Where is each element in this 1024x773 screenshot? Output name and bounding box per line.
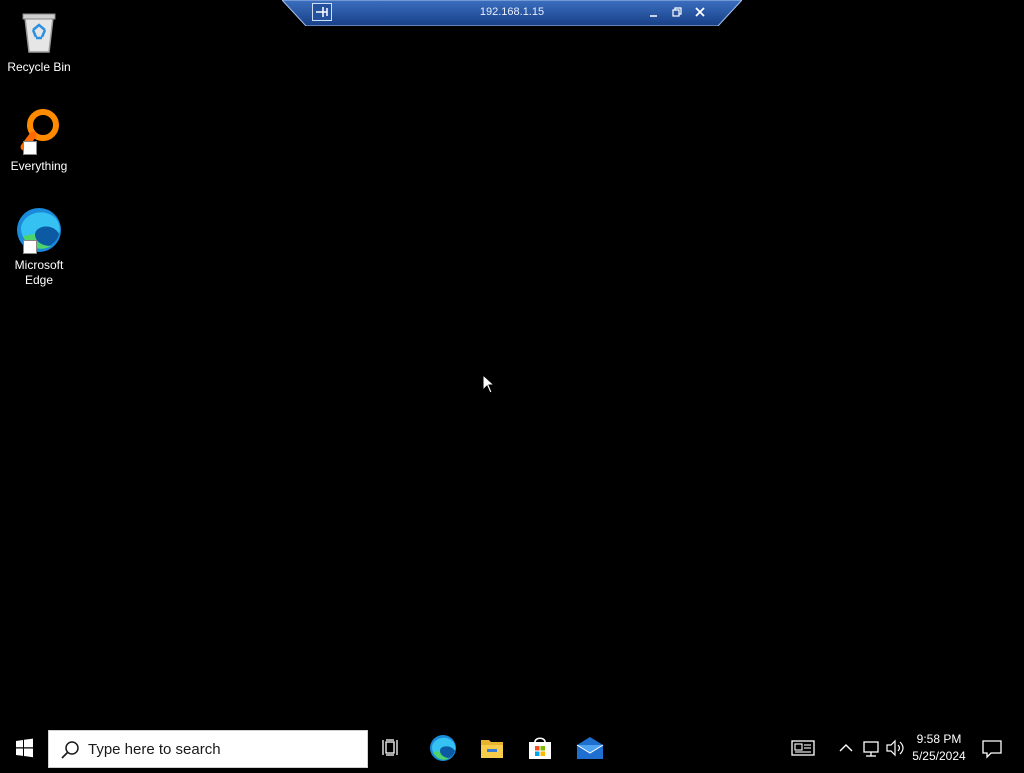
desktop-icon-label: Microsoft Edge [14, 258, 64, 287]
task-view-icon[interactable] [368, 728, 416, 768]
desktop-icon-edge[interactable]: Microsoft Edge [4, 206, 74, 288]
start-button[interactable] [0, 728, 48, 768]
search-input[interactable]: Type here to search [48, 730, 368, 768]
clock-time: 9:58 PM [916, 732, 962, 746]
close-icon[interactable] [691, 3, 709, 21]
search-icon [61, 741, 79, 759]
microsoft-store-icon[interactable] [516, 728, 564, 768]
recycle-bin-icon [15, 8, 63, 56]
desktop-icon-label: Everything [10, 159, 68, 173]
clock-date: 5/25/2024 [912, 749, 966, 763]
search-placeholder: Type here to search [88, 741, 221, 758]
network-icon[interactable] [860, 728, 882, 768]
connection-title: 192.168.1.15 [479, 6, 545, 18]
desktop-icon-label: Recycle Bin [7, 60, 71, 74]
file-explorer-icon[interactable] [468, 728, 516, 768]
mouse-cursor-icon [482, 373, 496, 399]
show-hidden-icons-chevron-icon[interactable] [836, 728, 856, 768]
desktop-icon-everything[interactable]: Everything [4, 107, 74, 174]
pin-icon[interactable] [312, 3, 332, 21]
minimize-icon[interactable] [645, 3, 663, 21]
action-center-icon[interactable] [980, 728, 1004, 768]
edge-taskbar-icon[interactable] [419, 728, 467, 768]
shortcut-arrow-icon [23, 240, 37, 254]
everything-search-icon [15, 107, 63, 155]
edge-icon [15, 206, 63, 254]
mail-icon[interactable] [566, 728, 614, 768]
volume-icon[interactable] [884, 728, 906, 768]
windows-logo-icon [16, 738, 33, 758]
remote-desktop-connection-bar: 192.168.1.15 [282, 0, 742, 26]
news-and-interests-icon[interactable] [786, 728, 820, 768]
shortcut-arrow-icon [23, 141, 37, 155]
taskbar: Type here to search 9:58 PM 5/25/2024 [0, 728, 1024, 768]
taskbar-clock[interactable]: 9:58 PM 5/25/2024 [908, 731, 970, 765]
desktop-icon-recycle-bin[interactable]: Recycle Bin [4, 8, 74, 75]
restore-icon[interactable] [668, 3, 686, 21]
